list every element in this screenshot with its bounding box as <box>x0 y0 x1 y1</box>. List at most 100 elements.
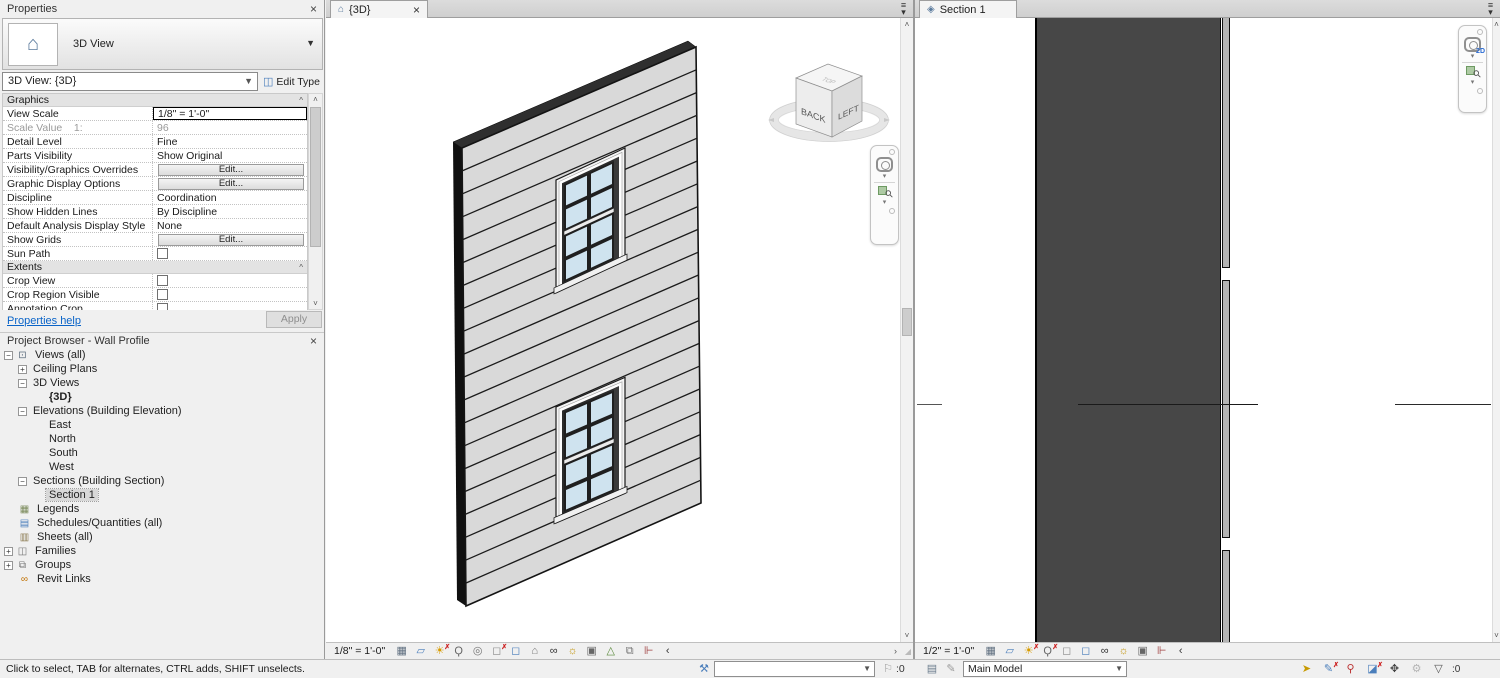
worksets-icon[interactable]: ⚒ <box>696 662 712 675</box>
tree-item-revit-links[interactable]: ∞ Revit Links <box>0 572 325 586</box>
reveal-hidden-elements-icon[interactable]: ☼ <box>1115 644 1132 658</box>
shadows-icon[interactable]: Ϙ <box>450 644 467 658</box>
tree-item-families[interactable]: + ◫ Families <box>0 544 325 558</box>
property-group-graphics[interactable]: Graphics ^ <box>3 94 307 107</box>
temporary-view-properties-icon[interactable]: ▣ <box>583 644 600 658</box>
zoom-icon[interactable]: ⚲ <box>1465 65 1484 81</box>
scroll-down-icon[interactable]: ˅ <box>901 631 913 640</box>
property-grid-scrollbar[interactable]: ˄ ˅ <box>308 93 323 310</box>
tree-item-3d[interactable]: {3D} <box>0 390 325 404</box>
edit-button[interactable]: Edit... <box>158 234 304 246</box>
tree-item-3d-views[interactable]: −3D Views <box>0 376 325 390</box>
tree-item-sections-building-section[interactable]: − Sections (Building Section) <box>0 474 325 488</box>
wall-section-cut[interactable] <box>1035 18 1221 642</box>
collapse-icon[interactable]: − <box>18 378 27 388</box>
scroll-up-icon[interactable]: ˄ <box>309 95 322 104</box>
temporary-hide-isolate-icon[interactable]: ∞ <box>545 644 562 658</box>
editable-only-icon[interactable]: ✎ <box>943 662 959 675</box>
close-icon[interactable]: × <box>310 335 317 347</box>
chevron-down-icon[interactable]: ▾ <box>1471 53 1475 60</box>
navbar-dot-icon[interactable] <box>889 208 895 214</box>
visual-style-icon[interactable]: ▱ <box>1001 644 1018 658</box>
tree-item-views-all[interactable]: − ⊡ Views (all) <box>0 348 325 362</box>
chevron-down-icon[interactable]: ▼ <box>244 76 253 86</box>
crop-view-icon[interactable]: ◻ ✗ <box>488 644 507 658</box>
highlight-displacement-sets-icon[interactable]: ⧉ <box>621 644 638 658</box>
editing-requests-icon[interactable]: ⚐ <box>880 662 896 675</box>
property-value[interactable]: 96 <box>153 121 307 134</box>
property-value[interactable]: Show Original <box>153 149 307 162</box>
scroll-down-icon[interactable]: ˅ <box>309 299 322 308</box>
collapse-icon[interactable]: − <box>4 350 13 360</box>
tree-item-section-1[interactable]: Section 1 <box>0 488 325 502</box>
reveal-constraints-icon[interactable]: ⊩ <box>640 644 657 658</box>
visual-style-icon[interactable]: ▱ <box>412 644 429 658</box>
property-value[interactable]: Edit... <box>153 177 307 190</box>
temporary-view-properties-icon[interactable]: ▣ <box>1134 644 1151 658</box>
workset-combobox[interactable]: ▼ <box>714 661 875 677</box>
steering-wheel-2d-icon[interactable]: 2D <box>1464 37 1485 55</box>
background-processes-icon[interactable]: ⚙ <box>1408 662 1425 676</box>
select-elements-by-face-icon[interactable]: ◪ ✗ <box>1364 662 1383 676</box>
tree-item-east[interactable]: East <box>0 418 325 432</box>
property-value[interactable]: None <box>153 219 307 232</box>
tree-item-ceiling-plans[interactable]: + Ceiling Plans <box>0 362 325 376</box>
chevron-down-icon[interactable]: ▾ <box>883 173 887 180</box>
steering-wheel-icon[interactable] <box>876 157 893 172</box>
collapse-icon[interactable]: − <box>18 476 27 486</box>
tree-item-west[interactable]: West <box>0 460 325 474</box>
expand-icon[interactable]: + <box>18 364 27 374</box>
vertical-scrollbar-3d[interactable]: ˄ ˅ <box>900 18 913 642</box>
siding-layer-strip[interactable] <box>1222 18 1230 642</box>
reveal-hidden-elements-icon[interactable]: ☼ <box>564 644 581 658</box>
scroll-up-icon[interactable]: ˄ <box>1493 20 1500 29</box>
type-selector[interactable]: ⌂ 3D View ▼ <box>2 18 323 70</box>
tree-item-elevations-building-elevation[interactable]: − Elevations (Building Elevation) <box>0 404 325 418</box>
property-value[interactable] <box>153 247 307 260</box>
select-underlay-elements-icon[interactable]: ✎ ✗ <box>1320 662 1339 676</box>
checkbox[interactable] <box>157 303 168 310</box>
temporary-hide-isolate-icon[interactable]: ∞ <box>1096 644 1113 658</box>
checkbox[interactable] <box>157 248 168 259</box>
level-line[interactable] <box>1078 404 1258 405</box>
property-value[interactable]: Fine <box>153 135 307 148</box>
collapse-chevron-icon[interactable]: ^ <box>299 263 303 272</box>
resize-grip-icon[interactable]: ◢ <box>905 647 911 656</box>
navbar-pin-icon[interactable] <box>1477 29 1483 35</box>
detail-level-icon[interactable]: ▦ <box>982 644 999 658</box>
sun-path-icon[interactable]: ☀ ✗ <box>431 644 450 658</box>
tree-item-legends[interactable]: ▦ Legends <box>0 502 325 516</box>
tree-item-south[interactable]: South <box>0 446 325 460</box>
collapse-chevron-icon[interactable]: ^ <box>299 96 303 105</box>
expand-icon[interactable]: + <box>4 546 13 556</box>
property-group-extents[interactable]: Extents ^ <box>3 261 307 274</box>
select-pinned-elements-icon[interactable]: ⚲ <box>1342 662 1359 676</box>
tree-item-schedules-quantities-all[interactable]: ▤ Schedules/Quantities (all) <box>0 516 325 530</box>
expand-control-bar-icon[interactable]: ‹ <box>659 644 676 658</box>
show-crop-region-icon[interactable]: ◻ <box>507 644 524 658</box>
scrollbar-thumb[interactable] <box>310 107 321 247</box>
tab-list-menu-icon[interactable]: ≡ ▾ <box>1484 1 1497 17</box>
collapse-icon[interactable]: − <box>18 406 27 416</box>
scale-button[interactable]: 1/8" = 1'-0" <box>334 645 385 657</box>
show-analytical-model-icon[interactable]: △ <box>602 644 619 658</box>
property-value[interactable]: Edit... <box>153 163 307 176</box>
design-options-combobox[interactable]: Main Model ▼ <box>963 661 1127 677</box>
scroll-up-icon[interactable]: ˄ <box>901 20 913 29</box>
crop-view-icon[interactable]: ◻ <box>1058 644 1075 658</box>
reveal-constraints-icon[interactable]: ⊩ <box>1153 644 1170 658</box>
navbar-dot-icon[interactable] <box>1477 88 1483 94</box>
show-crop-region-icon[interactable]: ◻ <box>1077 644 1094 658</box>
chevron-down-icon[interactable]: ▼ <box>1115 664 1123 673</box>
scale-button[interactable]: 1/2" = 1'-0" <box>923 645 974 657</box>
canvas-3d[interactable]: BACK LEFT TOP ▾ ⚲ ▾ <box>326 18 900 642</box>
level-line-segment[interactable] <box>917 404 942 405</box>
edit-type-button[interactable]: ◫ Edit Type <box>261 72 323 91</box>
navbar-pin-icon[interactable] <box>889 149 895 155</box>
scroll-down-icon[interactable]: ˅ <box>1493 631 1500 640</box>
property-value[interactable]: Coordination <box>153 191 307 204</box>
detail-level-icon[interactable]: ▦ <box>393 644 410 658</box>
sun-path-icon[interactable]: ☀ ✗ <box>1020 644 1039 658</box>
property-value[interactable] <box>153 302 307 310</box>
chevron-down-icon[interactable]: ▼ <box>863 664 871 673</box>
